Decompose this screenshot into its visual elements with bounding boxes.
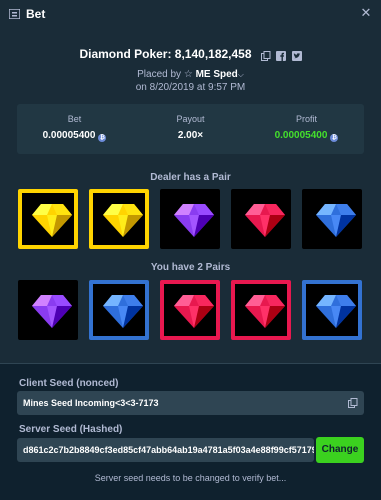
coin-icon: ₿ <box>98 134 107 142</box>
stat-profit-label: Profit <box>295 114 317 124</box>
username-link[interactable]: ME Sped <box>196 69 238 80</box>
change-seed-button[interactable]: Change <box>316 437 364 463</box>
bet-date: on 8/20/2019 at 9:57 PM <box>135 82 246 93</box>
server-seed-value: d861c2c7b2b8849cf3ed85cf47abb64ab19a4781… <box>23 445 314 455</box>
player-gem-card <box>302 280 362 340</box>
stat-profit: Profit 0.00005400 ₿ <box>249 114 364 142</box>
coin-icon: ₿ <box>330 134 339 142</box>
copy-icon[interactable] <box>348 398 358 408</box>
player-label: You have 2 Pairs <box>150 262 231 273</box>
modal-header: Bet ✕ <box>0 0 381 28</box>
bet-title-text: Diamond Poker: 8,140,182,458 <box>79 46 252 61</box>
close-icon[interactable]: ✕ <box>359 6 373 20</box>
client-seed-label: Client Seed (nonced) <box>19 378 119 389</box>
client-seed-value: Mines Seed Incoming<3<3-7173 <box>23 398 159 408</box>
bet-title: Diamond Poker: 8,140,182,458 <box>0 46 381 61</box>
server-seed-field[interactable]: d861c2c7b2b8849cf3ed85cf47abb64ab19a4781… <box>17 438 314 462</box>
twitter-icon[interactable] <box>291 50 302 61</box>
stat-bet-label: Bet <box>67 114 82 124</box>
stat-payout: Payout 2.00× <box>133 114 248 141</box>
server-seed-label: Server Seed (Hashed) <box>19 424 123 435</box>
player-gem-card <box>89 280 149 340</box>
stat-profit-value: 0.00005400 <box>274 130 328 141</box>
dealer-gem-card <box>160 189 220 249</box>
player-gem-card <box>231 280 291 340</box>
chevron-down-icon[interactable]: ⌵ <box>238 70 244 79</box>
stat-payout-value: 2.00× <box>177 130 204 141</box>
bet-list-icon <box>9 9 20 19</box>
stat-bet-value: 0.00005400 <box>42 130 96 141</box>
footer-note: Server seed needs to be changed to verif… <box>94 473 287 483</box>
stat-bet: Bet 0.00005400 ₿ <box>17 114 132 142</box>
dealer-gem-card <box>89 189 149 249</box>
stats-panel: Bet 0.00005400 ₿ Payout 2.00× Profit 0.00… <box>17 104 364 154</box>
dealer-gem-card <box>302 189 362 249</box>
placed-by: Placed by ☆ ME Sped⌵ <box>0 69 381 80</box>
dealer-gem-card <box>231 189 291 249</box>
divider <box>0 363 381 364</box>
facebook-icon[interactable] <box>276 50 287 61</box>
stat-payout-label: Payout <box>176 114 205 124</box>
player-gem-card <box>160 280 220 340</box>
copy-icon[interactable] <box>260 50 271 61</box>
client-seed-field[interactable]: Mines Seed Incoming<3<3-7173 <box>17 391 364 415</box>
star-icon: ☆ <box>183 69 193 80</box>
dealer-gem-card <box>18 189 78 249</box>
dealer-label: Dealer has a Pair <box>150 172 231 183</box>
player-gem-card <box>18 280 78 340</box>
placed-by-label: Placed by <box>137 69 182 80</box>
modal-title: Bet <box>26 7 46 21</box>
